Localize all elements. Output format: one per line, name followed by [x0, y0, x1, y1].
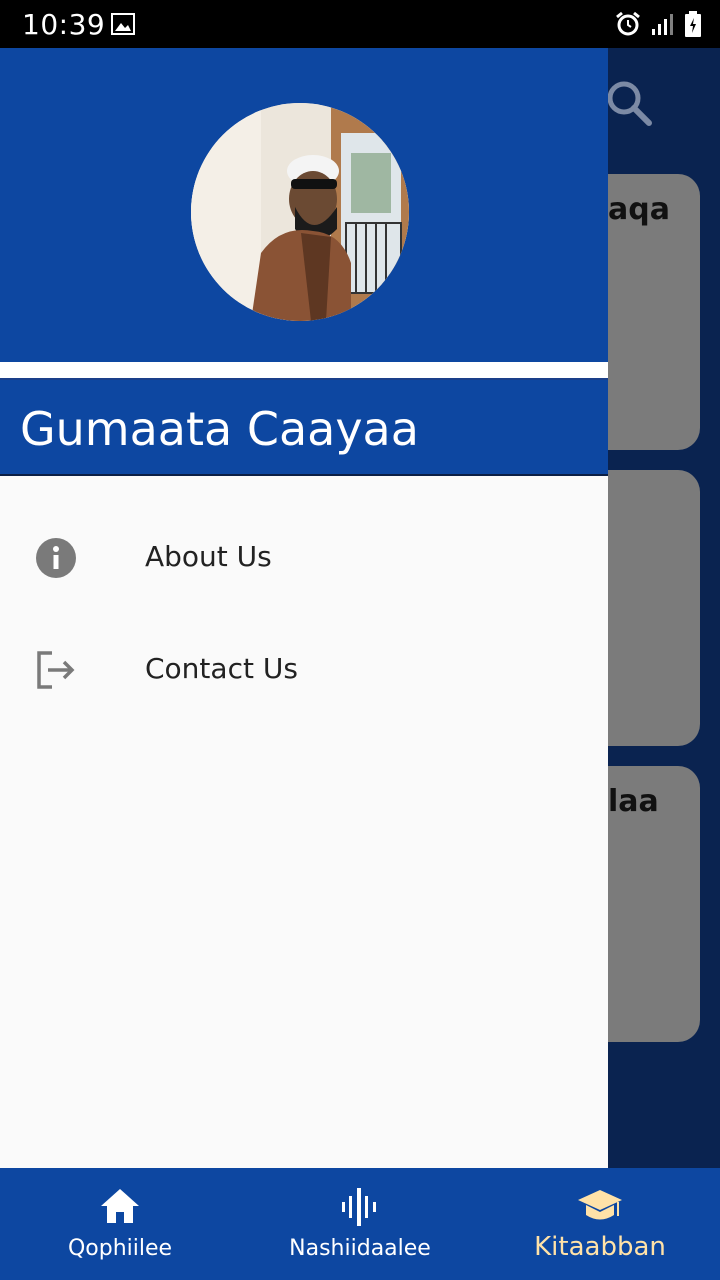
- search-icon[interactable]: [604, 78, 654, 128]
- navigation-drawer: Gumaata Caayaa About Us Contact Us: [0, 48, 608, 1168]
- drawer-title: Gumaata Caayaa: [20, 402, 419, 456]
- nav-label: Kitaabban: [534, 1232, 666, 1262]
- card-title: laa: [608, 784, 659, 819]
- drawer-title-bar: Gumaata Caayaa: [0, 378, 608, 476]
- nav-item-qophiilee[interactable]: Qophiilee: [0, 1168, 240, 1280]
- info-icon: [36, 538, 76, 578]
- nav-label: Qophiilee: [67, 1236, 173, 1261]
- home-icon: [101, 1189, 139, 1223]
- status-time: 10:39: [22, 8, 106, 41]
- card-title: aqa: [608, 192, 670, 227]
- image-notification-icon: [111, 13, 135, 35]
- logout-icon: [37, 651, 75, 689]
- status-bar: 10:39: [0, 0, 720, 48]
- nav-item-nashiidaalee[interactable]: Nashiidaalee: [240, 1168, 480, 1280]
- menu-item-about-us[interactable]: About Us: [0, 512, 608, 602]
- graduation-cap-icon: [578, 1190, 622, 1220]
- alarm-icon: [616, 11, 640, 36]
- nav-label: Nashiidaalee: [289, 1236, 431, 1261]
- bottom-navigation: Qophiilee Nashiidaalee Kitaabban: [0, 1168, 720, 1280]
- menu-item-label: About Us: [145, 540, 272, 573]
- audio-wave-icon: [342, 1188, 376, 1226]
- drawer-header: [0, 48, 608, 362]
- profile-avatar: [191, 103, 409, 321]
- nav-item-kitaabban[interactable]: Kitaabban: [480, 1168, 720, 1280]
- signal-icon: [652, 14, 673, 35]
- header-separator: [0, 362, 608, 378]
- battery-icon: [685, 11, 701, 37]
- menu-item-label: Contact Us: [145, 652, 298, 685]
- menu-item-contact-us[interactable]: Contact Us: [0, 624, 608, 714]
